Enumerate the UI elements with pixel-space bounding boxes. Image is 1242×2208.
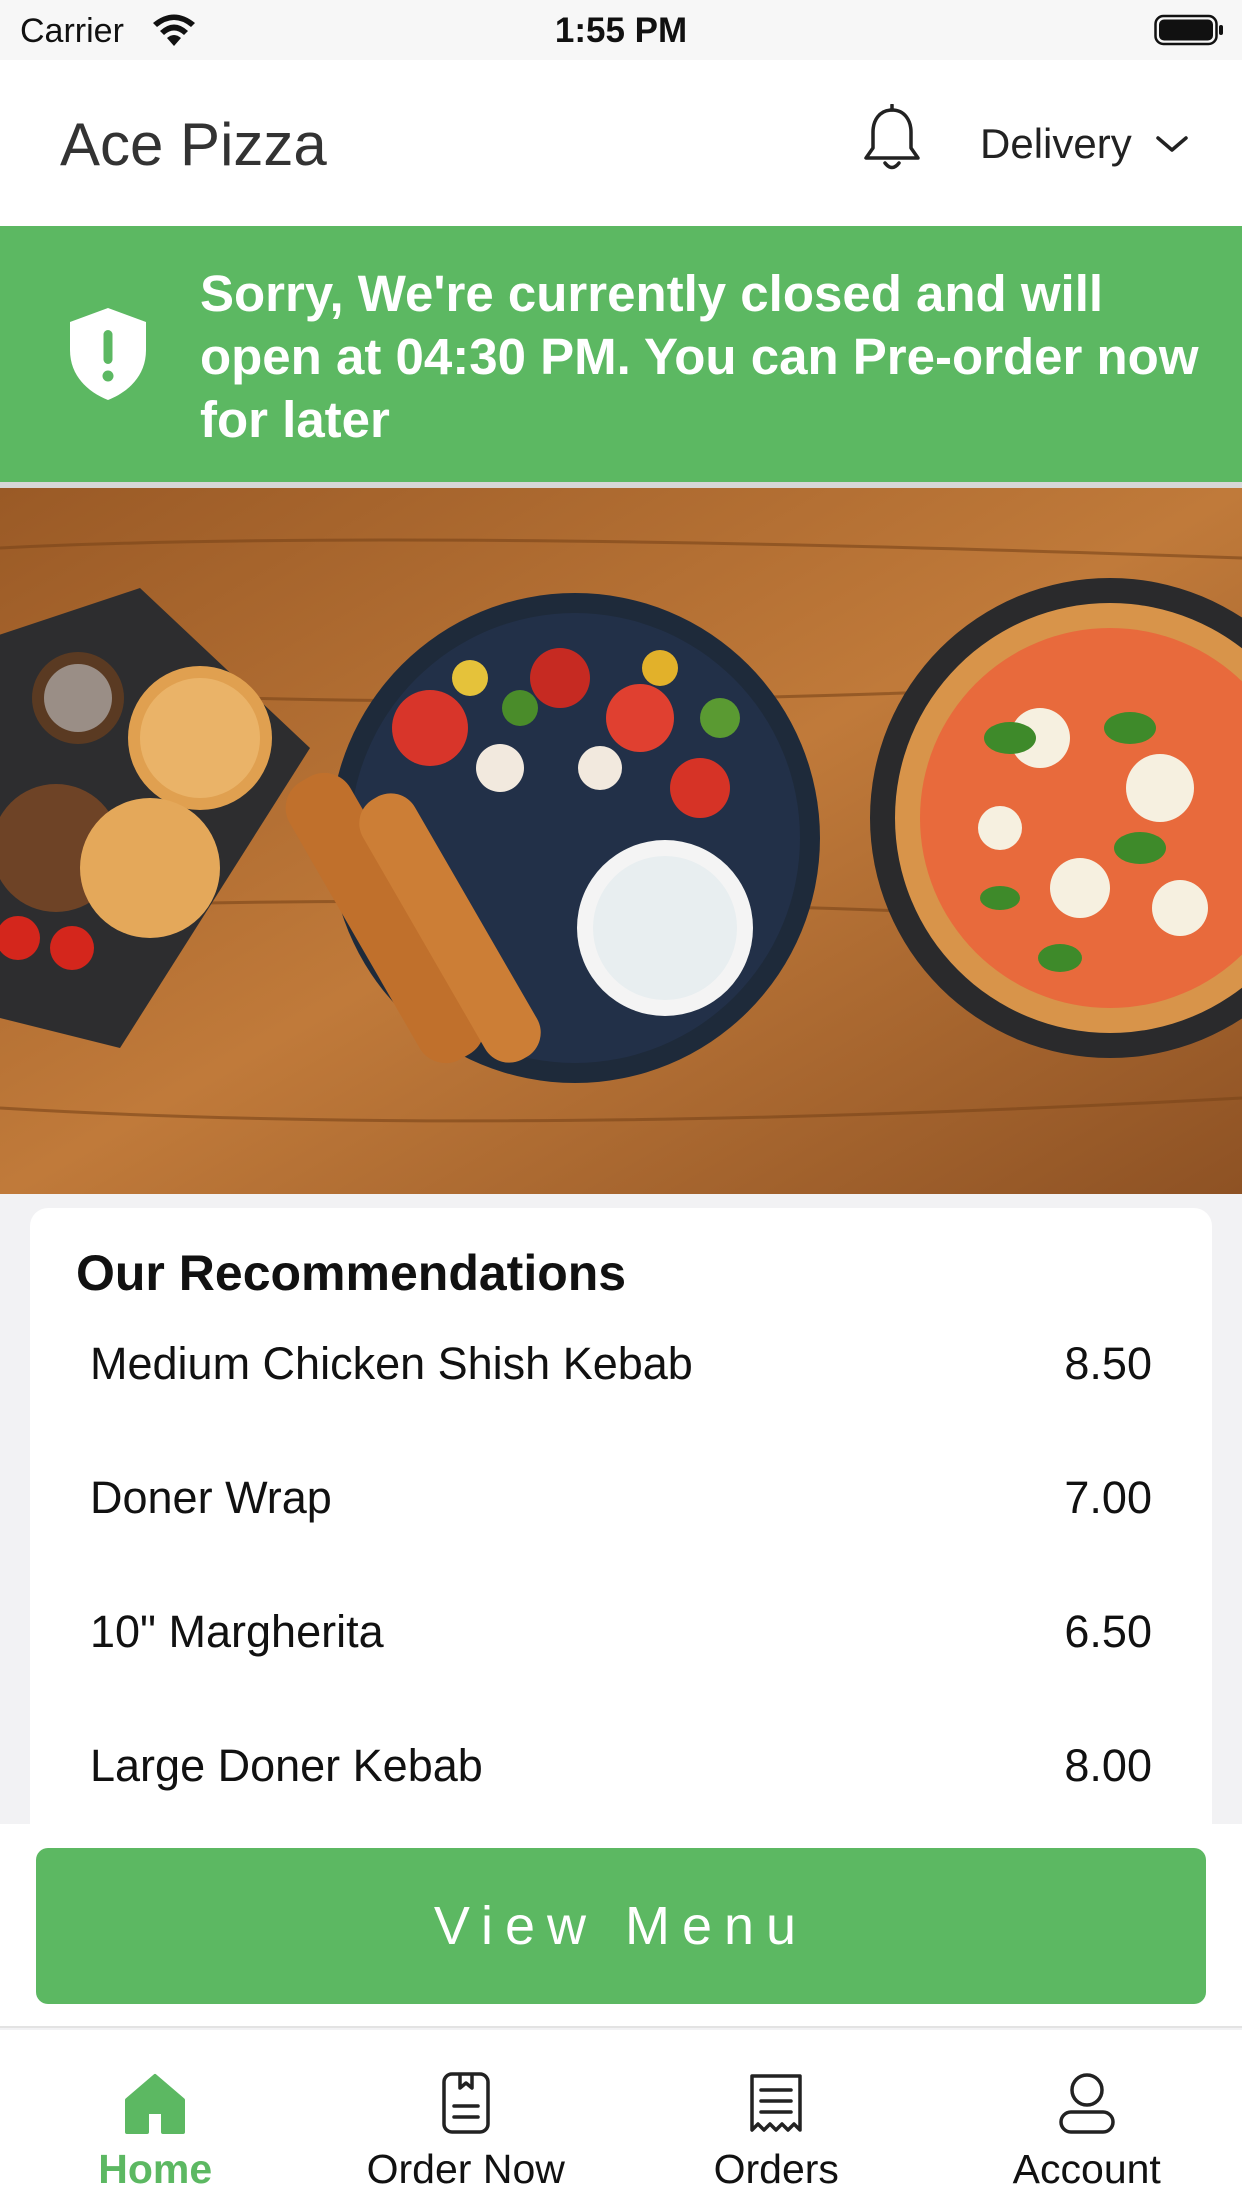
view-menu-button[interactable]: View Menu [36, 1848, 1206, 2004]
tab-label: Order Now [366, 2146, 565, 2192]
list-item[interactable]: Medium Chicken Shish Kebab 8.50 [30, 1326, 1212, 1460]
action-panel: View Menu [0, 1824, 1242, 2028]
order-type-dropdown[interactable]: Delivery [980, 118, 1190, 170]
tab-order-now[interactable]: Order Now [311, 2030, 622, 2208]
item-price: 8.50 [1064, 1338, 1152, 1389]
receipt-icon [750, 2074, 802, 2132]
tab-label: Home [98, 2146, 213, 2192]
bell-icon[interactable] [860, 104, 924, 176]
tab-account[interactable]: Account [932, 2030, 1242, 2208]
shield-exclamation-icon [70, 308, 146, 400]
page-title: Ace Pizza [60, 111, 327, 178]
item-name: Large Doner Kebab [90, 1740, 483, 1791]
list-item[interactable]: Doner Wrap 7.00 [30, 1460, 1212, 1594]
menu-book-icon [442, 2072, 490, 2134]
item-price: 6.50 [1064, 1606, 1152, 1657]
item-name: Medium Chicken Shish Kebab [90, 1338, 693, 1389]
closed-notice-banner: Sorry, We're currently closed and will o… [0, 226, 1242, 482]
item-price: 7.00 [1064, 1472, 1152, 1523]
status-bar: Carrier 1:55 PM [0, 0, 1242, 60]
app-header: Ace Pizza Delivery [0, 60, 1242, 226]
item-name: Doner Wrap [90, 1472, 332, 1523]
closed-notice-text: Sorry, We're currently closed and will o… [200, 265, 1199, 448]
item-name: 10" Margherita [90, 1606, 384, 1657]
list-item[interactable]: Large Doner Kebab 8.00 [30, 1728, 1212, 1828]
tab-home[interactable]: Home [0, 2030, 311, 2208]
recommendations-title: Our Recommendations [76, 1245, 627, 1301]
list-item[interactable]: 10" Margherita 6.50 [30, 1594, 1212, 1728]
status-time: 1:55 PM [554, 11, 688, 50]
order-type-label: Delivery [980, 120, 1132, 167]
tab-bar: Home Order Now Orders Account [0, 2030, 1242, 2208]
recommendations-card: Our Recommendations Medium Chicken Shish… [30, 1208, 1212, 1828]
chevron-down-icon [1155, 136, 1188, 152]
item-price: 8.00 [1064, 1740, 1152, 1791]
user-icon [1059, 2073, 1115, 2134]
tab-label: Orders [713, 2146, 839, 2192]
tab-orders[interactable]: Orders [621, 2030, 932, 2208]
tab-label: Account [1012, 2146, 1161, 2192]
recommendations-list: Medium Chicken Shish Kebab 8.50 Doner Wr… [30, 1326, 1212, 1828]
hero-food-image [0, 482, 1242, 1194]
battery-icon [1154, 14, 1223, 46]
home-icon [125, 2074, 186, 2134]
